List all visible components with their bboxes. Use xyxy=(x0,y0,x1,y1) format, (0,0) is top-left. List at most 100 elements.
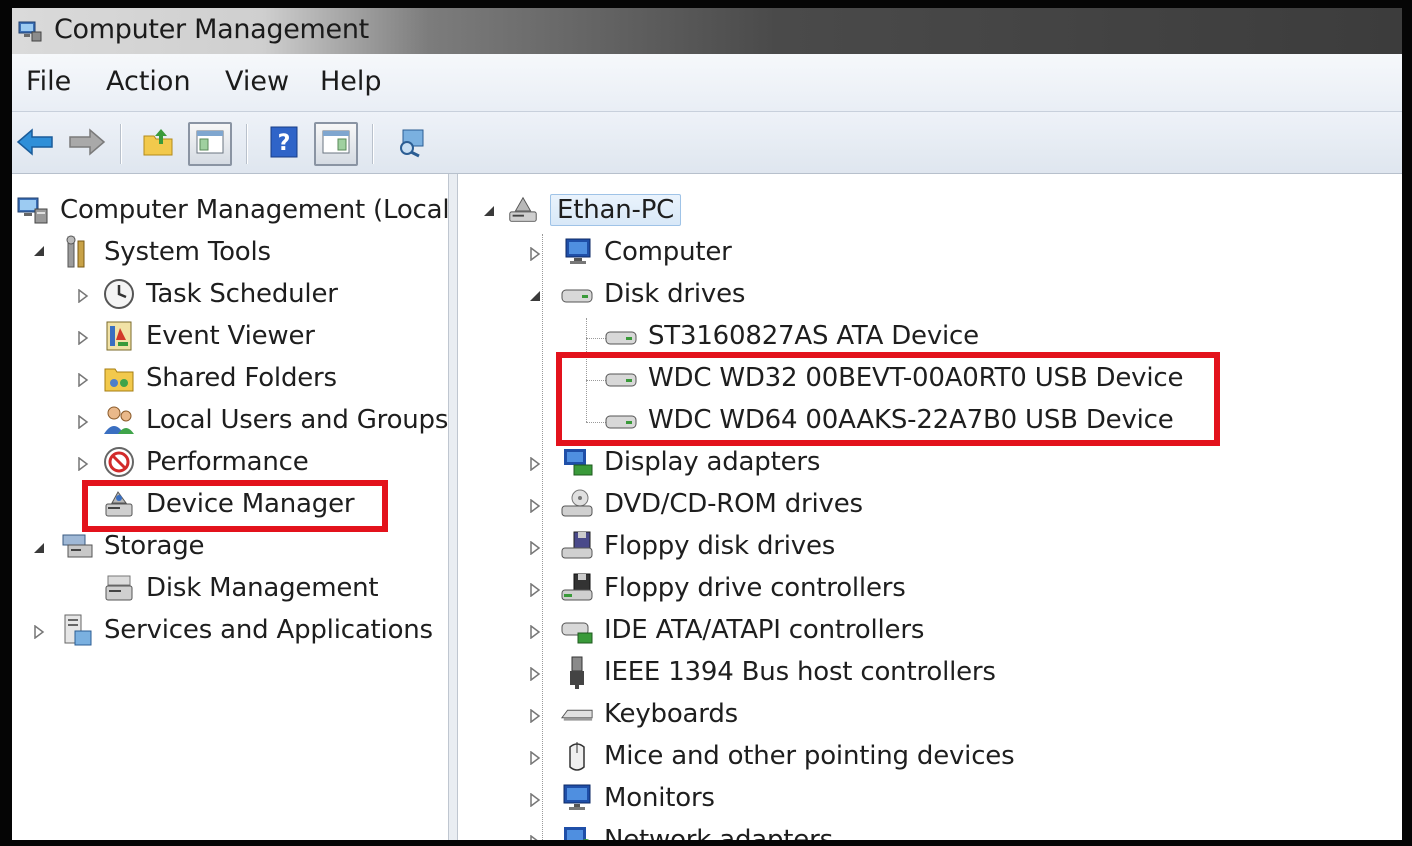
display-adapter-icon xyxy=(560,445,594,479)
expand-arrow-icon[interactable] xyxy=(76,457,90,471)
expand-arrow-icon[interactable] xyxy=(76,373,90,387)
console-tree: Computer Management (Local System Tools … xyxy=(12,174,448,840)
tree-label: ST3160827AS ATA Device xyxy=(648,321,979,351)
toolbar-separator xyxy=(246,124,248,164)
show-hide-action-pane-button[interactable] xyxy=(314,122,358,166)
collapse-arrow-icon[interactable] xyxy=(482,204,496,218)
expand-arrow-icon[interactable] xyxy=(528,709,542,723)
expand-arrow-icon[interactable] xyxy=(528,541,542,555)
menu-view[interactable]: View xyxy=(225,66,289,97)
tree-node-services-applications[interactable]: Services and Applications xyxy=(60,610,433,650)
computer-management-window: Computer Management File Action View Hel… xyxy=(12,8,1402,840)
tree-label: Computer Management (Local xyxy=(60,195,448,225)
tree-label: Performance xyxy=(146,447,309,477)
back-icon xyxy=(16,127,56,161)
tree-label: Display adapters xyxy=(604,447,821,477)
expand-arrow-icon[interactable] xyxy=(528,835,542,840)
show-hide-console-tree-button[interactable] xyxy=(188,122,232,166)
expand-arrow-icon[interactable] xyxy=(528,751,542,765)
menu-help[interactable]: Help xyxy=(320,66,382,97)
tree-node-ieee-1394[interactable]: IEEE 1394 Bus host controllers xyxy=(560,652,996,692)
expand-arrow-icon[interactable] xyxy=(528,247,542,261)
expand-arrow-icon[interactable] xyxy=(32,625,46,639)
network-adapter-icon xyxy=(560,823,594,840)
tree-label: Computer xyxy=(604,237,732,267)
tree-node-system-tools[interactable]: System Tools xyxy=(60,232,271,272)
tree-label: System Tools xyxy=(104,237,271,267)
tree-label: IEEE 1394 Bus host controllers xyxy=(604,657,996,687)
tree-node-storage[interactable]: Storage xyxy=(60,526,205,566)
tree-node-display-adapters[interactable]: Display adapters xyxy=(560,442,820,482)
expand-arrow-icon[interactable] xyxy=(76,331,90,345)
keyboard-icon xyxy=(560,697,594,731)
tree-node-local-users-groups[interactable]: Local Users and Groups xyxy=(102,400,448,440)
storage-icon xyxy=(60,529,94,563)
disk-drive-icon xyxy=(604,319,638,353)
tools-icon xyxy=(60,235,94,269)
disk-management-icon xyxy=(102,571,136,605)
up-one-level-button[interactable] xyxy=(136,122,180,166)
tree-label: Floppy disk drives xyxy=(604,531,836,561)
expand-arrow-icon[interactable] xyxy=(76,415,90,429)
tree-node-disk-management[interactable]: Disk Management xyxy=(102,568,379,608)
mouse-icon xyxy=(560,739,594,773)
tree-root-ethan-pc[interactable]: Ethan-PC xyxy=(506,190,682,230)
tree-label: Network adapters xyxy=(604,825,833,840)
services-icon xyxy=(60,613,94,647)
expand-arrow-icon[interactable] xyxy=(76,289,90,303)
tree-label: Mice and other pointing devices xyxy=(604,741,1015,771)
expand-arrow-icon[interactable] xyxy=(528,793,542,807)
tree-node-floppy-disk-drives[interactable]: Floppy disk drives xyxy=(560,526,835,566)
title-bar[interactable]: Computer Management xyxy=(12,8,1402,54)
disk-drive-icon xyxy=(560,277,594,311)
tree-node-shared-folders[interactable]: Shared Folders xyxy=(102,358,337,398)
menu-action[interactable]: Action xyxy=(106,66,191,97)
tree-node-disk-drives[interactable]: Disk drives xyxy=(560,274,745,314)
ide-controller-icon xyxy=(560,613,594,647)
computer-icon xyxy=(506,193,540,227)
properties-icon xyxy=(395,126,429,162)
expand-arrow-icon[interactable] xyxy=(528,499,542,513)
tree-connector xyxy=(542,234,543,840)
forward-button[interactable] xyxy=(64,122,108,166)
tree-node-event-viewer[interactable]: Event Viewer xyxy=(102,316,315,356)
back-button[interactable] xyxy=(14,122,58,166)
tree-item-disk[interactable]: ST3160827AS ATA Device xyxy=(604,316,979,356)
menu-file[interactable]: File xyxy=(26,66,71,97)
tree-label: Disk drives xyxy=(604,279,746,309)
tree-label: Keyboards xyxy=(604,699,738,729)
tree-node-performance[interactable]: Performance xyxy=(102,442,309,482)
expand-arrow-icon[interactable] xyxy=(528,667,542,681)
tree-node-ide-controllers[interactable]: IDE ATA/ATAPI controllers xyxy=(560,610,924,650)
pane-splitter[interactable] xyxy=(448,174,458,840)
annotation-highlight-device-manager xyxy=(82,480,388,532)
collapse-arrow-icon[interactable] xyxy=(32,541,46,555)
properties-button[interactable] xyxy=(390,122,434,166)
firewire-icon xyxy=(560,655,594,689)
help-button[interactable]: ? xyxy=(262,122,306,166)
tree-node-task-scheduler[interactable]: Task Scheduler xyxy=(102,274,338,314)
tree-node-floppy-controllers[interactable]: Floppy drive controllers xyxy=(560,568,906,608)
collapse-arrow-icon[interactable] xyxy=(528,289,542,303)
expand-arrow-icon[interactable] xyxy=(528,457,542,471)
tree-node-mice[interactable]: Mice and other pointing devices xyxy=(560,736,1015,776)
tree-label: Storage xyxy=(104,531,205,561)
tree-label: Services and Applications xyxy=(104,615,433,645)
floppy-controller-icon xyxy=(560,571,594,605)
tree-label: Shared Folders xyxy=(146,363,337,393)
tree-node-monitors[interactable]: Monitors xyxy=(560,778,715,818)
collapse-arrow-icon[interactable] xyxy=(32,244,46,258)
tree-node-dvd-drives[interactable]: DVD/CD-ROM drives xyxy=(560,484,863,524)
tree-node-computer[interactable]: Computer xyxy=(560,232,732,272)
tree-root-computer-management[interactable]: Computer Management (Local xyxy=(16,190,448,230)
device-tree: Ethan-PC Computer Disk drives ST3160827A… xyxy=(458,174,1402,840)
expand-arrow-icon[interactable] xyxy=(528,625,542,639)
screenshot-frame: Computer Management File Action View Hel… xyxy=(0,0,1412,846)
expand-arrow-icon[interactable] xyxy=(528,583,542,597)
tree-node-keyboards[interactable]: Keyboards xyxy=(560,694,738,734)
tree-node-network-adapters[interactable]: Network adapters xyxy=(560,820,833,840)
users-icon xyxy=(102,403,136,437)
svg-text:?: ? xyxy=(278,131,291,156)
toolbar: ? xyxy=(12,112,1402,174)
tree-label: Ethan-PC xyxy=(550,194,682,226)
